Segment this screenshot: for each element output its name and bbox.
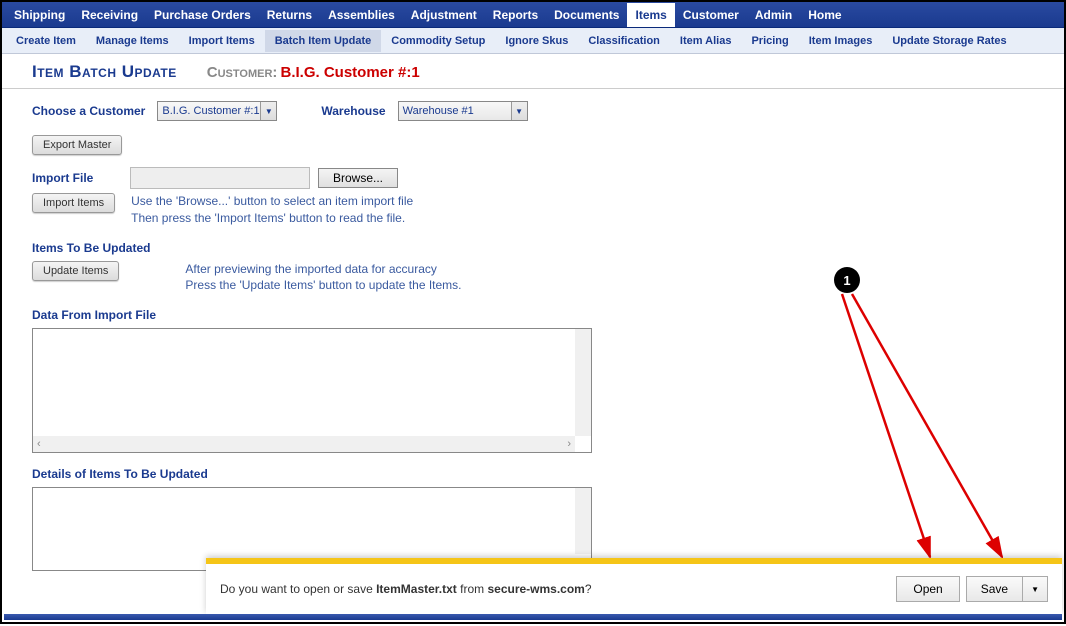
export-master-button[interactable]: Export Master (32, 135, 122, 155)
topnav-tab-admin[interactable]: Admin (747, 3, 800, 27)
topnav-tab-documents[interactable]: Documents (546, 3, 627, 27)
topnav-tab-adjustment[interactable]: Adjustment (403, 3, 485, 27)
customer-value: B.I.G. Customer #:1 (280, 64, 419, 81)
warehouse-label: Warehouse (321, 104, 385, 118)
items-to-update-label: Items To Be Updated (32, 241, 1034, 255)
import-file-input[interactable] (130, 167, 310, 189)
scrollbar-vertical[interactable] (575, 329, 591, 436)
update-items-button[interactable]: Update Items (32, 261, 119, 281)
download-notification-bar: Do you want to open or save ItemMaster.t… (206, 558, 1062, 614)
subnav-tab-item-alias[interactable]: Item Alias (670, 30, 742, 52)
choose-customer-select[interactable]: B.I.G. Customer #:1 ▼ (157, 101, 277, 121)
sub-nav: Create ItemManage ItemsImport ItemsBatch… (2, 28, 1064, 54)
topnav-tab-home[interactable]: Home (800, 3, 849, 27)
topnav-tab-receiving[interactable]: Receiving (73, 3, 146, 27)
topnav-tab-purchase-orders[interactable]: Purchase Orders (146, 3, 259, 27)
topnav-tab-returns[interactable]: Returns (259, 3, 320, 27)
callout-badge: 1 (834, 267, 860, 293)
bottom-bar (4, 614, 1062, 620)
subnav-tab-classification[interactable]: Classification (578, 30, 670, 52)
page-title: Item Batch Update (32, 62, 177, 82)
details-label: Details of Items To Be Updated (32, 467, 1034, 481)
topnav-tab-assemblies[interactable]: Assemblies (320, 3, 403, 27)
subnav-tab-manage-items[interactable]: Manage Items (86, 30, 179, 52)
choose-customer-label: Choose a Customer (32, 104, 145, 118)
topnav-tab-reports[interactable]: Reports (485, 3, 546, 27)
topnav-tab-shipping[interactable]: Shipping (6, 3, 73, 27)
subnav-tab-commodity-setup[interactable]: Commodity Setup (381, 30, 495, 52)
chevron-down-icon[interactable]: ▼ (1023, 580, 1047, 599)
scrollbar-vertical[interactable] (575, 488, 591, 554)
subnav-tab-batch-item-update[interactable]: Batch Item Update (265, 30, 382, 52)
save-split-button[interactable]: Save ▼ (966, 576, 1048, 602)
subnav-tab-create-item[interactable]: Create Item (6, 30, 86, 52)
subnav-tab-pricing[interactable]: Pricing (741, 30, 798, 52)
open-button[interactable]: Open (896, 576, 959, 602)
customer-label: Customer: (207, 64, 278, 81)
top-nav: ShippingReceivingPurchase OrdersReturnsA… (2, 2, 1064, 28)
scrollbar-horizontal[interactable]: ‹› (33, 436, 575, 452)
data-from-file-textarea[interactable]: ‹› (32, 328, 592, 453)
topnav-tab-items[interactable]: Items (627, 3, 674, 27)
browse-button[interactable]: Browse... (318, 168, 398, 188)
import-help-text: Use the 'Browse...' button to select an … (131, 193, 413, 227)
data-from-file-label: Data From Import File (32, 308, 1034, 322)
update-help-text: After previewing the imported data for a… (185, 261, 461, 295)
page-header: Item Batch Update Customer: B.I.G. Custo… (2, 54, 1064, 89)
subnav-tab-import-items[interactable]: Import Items (179, 30, 265, 52)
subnav-tab-ignore-skus[interactable]: Ignore Skus (495, 30, 578, 52)
topnav-tab-customer[interactable]: Customer (675, 3, 747, 27)
import-file-label: Import File (32, 171, 122, 185)
chevron-down-icon: ▼ (260, 102, 276, 120)
import-items-button[interactable]: Import Items (32, 193, 115, 213)
subnav-tab-update-storage-rates[interactable]: Update Storage Rates (882, 30, 1016, 52)
download-message: Do you want to open or save ItemMaster.t… (220, 582, 592, 596)
chevron-down-icon: ▼ (511, 102, 527, 120)
warehouse-select[interactable]: Warehouse #1 ▼ (398, 101, 528, 121)
save-button[interactable]: Save (967, 577, 1023, 601)
subnav-tab-item-images[interactable]: Item Images (799, 30, 883, 52)
